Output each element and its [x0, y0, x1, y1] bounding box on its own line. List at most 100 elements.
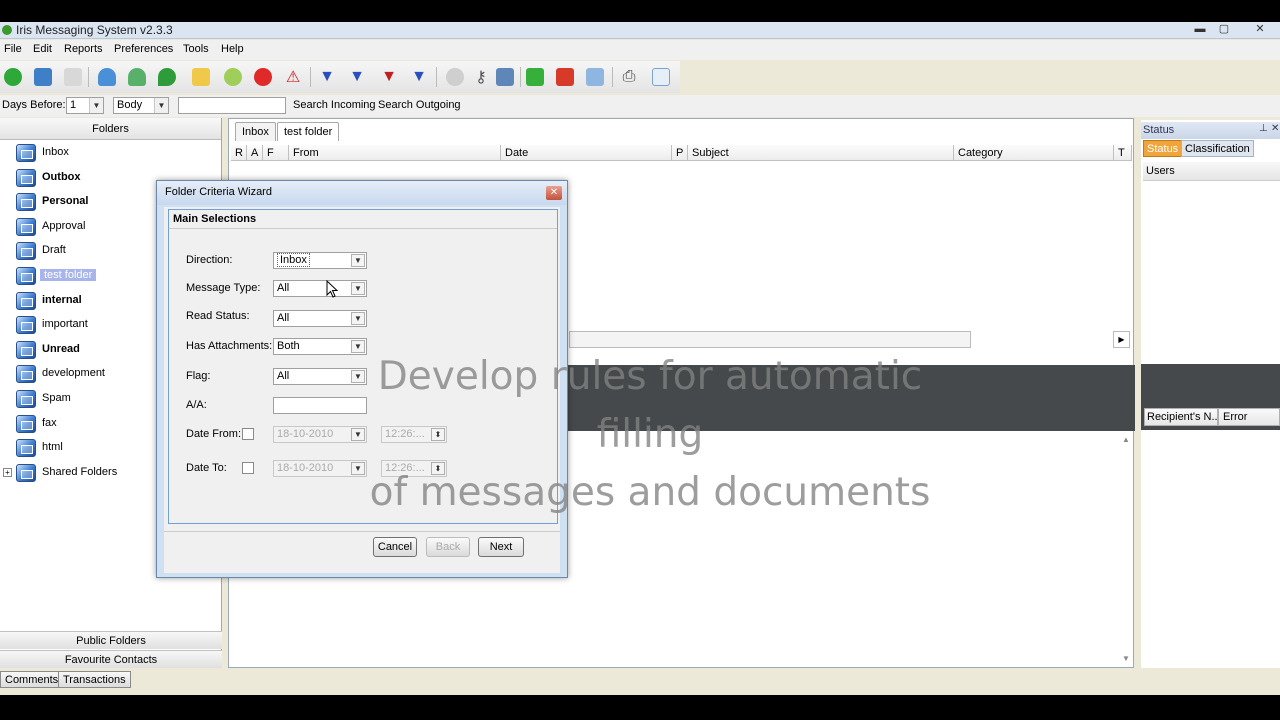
- col-from[interactable]: From: [289, 145, 501, 161]
- menu-tools[interactable]: Tools: [183, 43, 209, 55]
- col-r[interactable]: R: [231, 145, 247, 161]
- menu-edit[interactable]: Edit: [33, 43, 52, 55]
- folder-icon: [16, 365, 36, 384]
- favourite-contacts-button[interactable]: Favourite Contacts: [0, 650, 222, 668]
- days-before-label: Days Before:: [2, 99, 66, 111]
- chevron-down-icon: ▼: [351, 312, 365, 325]
- chevron-down-icon: ▼: [154, 98, 168, 113]
- user-icon[interactable]: [96, 66, 118, 88]
- expand-icon[interactable]: +: [3, 467, 12, 477]
- search-incoming-button[interactable]: Search Incoming: [293, 99, 376, 111]
- scroll-up-icon[interactable]: ▲: [1122, 435, 1130, 444]
- folder-label: Inbox: [42, 146, 69, 158]
- import-icon[interactable]: [32, 66, 54, 88]
- date-to-checkbox[interactable]: [242, 462, 254, 474]
- col-a[interactable]: A: [247, 145, 263, 161]
- folder-item[interactable]: Inbox: [0, 142, 222, 164]
- transactions-button[interactable]: Transactions: [58, 671, 131, 688]
- warning-icon[interactable]: ⚠: [282, 66, 304, 88]
- sync-icon[interactable]: [584, 66, 606, 88]
- folder-label: test folder: [40, 269, 97, 281]
- menu-reports[interactable]: Reports: [64, 43, 103, 55]
- maximize-icon[interactable]: ▢: [1214, 22, 1234, 37]
- folder-label: Approval: [42, 219, 86, 232]
- col-f[interactable]: F: [263, 145, 289, 161]
- folder-label: Outbox: [42, 170, 81, 183]
- col-subject[interactable]: Subject: [688, 145, 954, 161]
- filter-icon[interactable]: ▼: [316, 66, 338, 88]
- pin-icon[interactable]: ⊥: [1259, 123, 1268, 134]
- chevron-down-icon: ▼: [351, 254, 365, 267]
- toolbar: ⚠ ▼ ▼ ▼ ▼ ⚷ ⎙: [0, 61, 680, 93]
- folder-icon: [16, 316, 36, 335]
- edit-icon[interactable]: [62, 66, 84, 88]
- tab-test-folder[interactable]: test folder: [277, 122, 340, 141]
- has-attachments-label: Has Attachments:: [186, 340, 273, 352]
- folder-icon: [16, 414, 36, 433]
- col-category[interactable]: Category: [954, 145, 1114, 161]
- horizontal-scrollbar[interactable]: [569, 331, 971, 348]
- comments-button[interactable]: Comments: [0, 671, 64, 688]
- menu-file[interactable]: File: [4, 43, 22, 55]
- folder-icon: [16, 168, 36, 187]
- tab-status[interactable]: Status: [1143, 140, 1183, 157]
- col-error[interactable]: Error: [1218, 408, 1280, 426]
- key-icon[interactable]: ⚷: [470, 66, 492, 88]
- caption-line-1: Develop rules for automatic filling: [377, 354, 923, 457]
- menu-help[interactable]: Help: [221, 43, 244, 55]
- date-from-checkbox[interactable]: [242, 428, 254, 440]
- close-icon[interactable]: ✕: [546, 186, 562, 200]
- folder-green-icon[interactable]: [524, 66, 546, 88]
- col-p[interactable]: P: [672, 145, 688, 161]
- search-outgoing-button[interactable]: Search Outgoing: [378, 99, 461, 111]
- message-type-select[interactable]: All ▼: [273, 280, 367, 297]
- users-icon[interactable]: [126, 66, 148, 88]
- folder-icon: [16, 267, 36, 285]
- folder-label: important: [42, 318, 88, 331]
- scroll-right-icon[interactable]: ▶: [1113, 331, 1130, 348]
- scroll-down-icon[interactable]: ▼: [1122, 654, 1130, 663]
- search-input[interactable]: [178, 97, 286, 114]
- folder-label: Spam: [42, 392, 71, 404]
- col-recipient[interactable]: Recipient's N...: [1144, 408, 1218, 426]
- direction-label: Direction:: [186, 254, 233, 266]
- print-icon[interactable]: ⎙: [618, 66, 640, 88]
- folder-icon: [16, 144, 36, 162]
- tab-classification[interactable]: Classification: [1181, 140, 1254, 157]
- menu-preferences[interactable]: Preferences: [114, 43, 173, 55]
- public-folders-button[interactable]: Public Folders: [0, 631, 222, 649]
- filter-x-icon[interactable]: ▼: [378, 66, 400, 88]
- col-t[interactable]: T: [1114, 145, 1132, 161]
- timer-icon[interactable]: [444, 66, 466, 88]
- minimize-icon[interactable]: ▬: [1190, 22, 1210, 37]
- stop-icon[interactable]: [252, 66, 274, 88]
- close-window-icon[interactable]: ✕: [1250, 22, 1270, 37]
- filter-reset-icon[interactable]: ▼: [408, 66, 430, 88]
- folders-header: Folders: [0, 118, 221, 140]
- forward-icon[interactable]: [156, 66, 178, 88]
- flag-label: Flag:: [186, 370, 211, 382]
- search-field-select[interactable]: Body ▼: [113, 97, 169, 114]
- new-icon[interactable]: [2, 66, 24, 88]
- export-icon[interactable]: [650, 66, 672, 88]
- inbox-icon[interactable]: [494, 66, 516, 88]
- filter-down-icon[interactable]: ▼: [346, 66, 368, 88]
- dialog-title: Folder Criteria Wizard: [165, 186, 272, 198]
- cancel-button[interactable]: Cancel: [373, 537, 417, 557]
- mail-icon[interactable]: [190, 66, 212, 88]
- clock-icon[interactable]: [222, 66, 244, 88]
- next-button[interactable]: Next: [478, 537, 524, 557]
- chevron-down-icon: ▼: [351, 282, 365, 295]
- close-pane-icon[interactable]: ✕: [1271, 123, 1279, 134]
- tab-inbox[interactable]: Inbox: [235, 122, 276, 141]
- date-to-label: Date To:: [186, 462, 227, 474]
- divider: [164, 531, 560, 532]
- read-status-select[interactable]: All ▼: [273, 310, 367, 327]
- folder-icon: [16, 242, 36, 261]
- col-date[interactable]: Date: [501, 145, 672, 161]
- direction-select[interactable]: Inbox ▼: [273, 252, 367, 269]
- days-before-select[interactable]: 1 ▼: [66, 97, 104, 114]
- search-bar: Days Before: 1 ▼ Body ▼ Search Incoming Se…: [0, 95, 1280, 117]
- folder-red-icon[interactable]: [554, 66, 576, 88]
- back-button[interactable]: Back: [426, 537, 470, 557]
